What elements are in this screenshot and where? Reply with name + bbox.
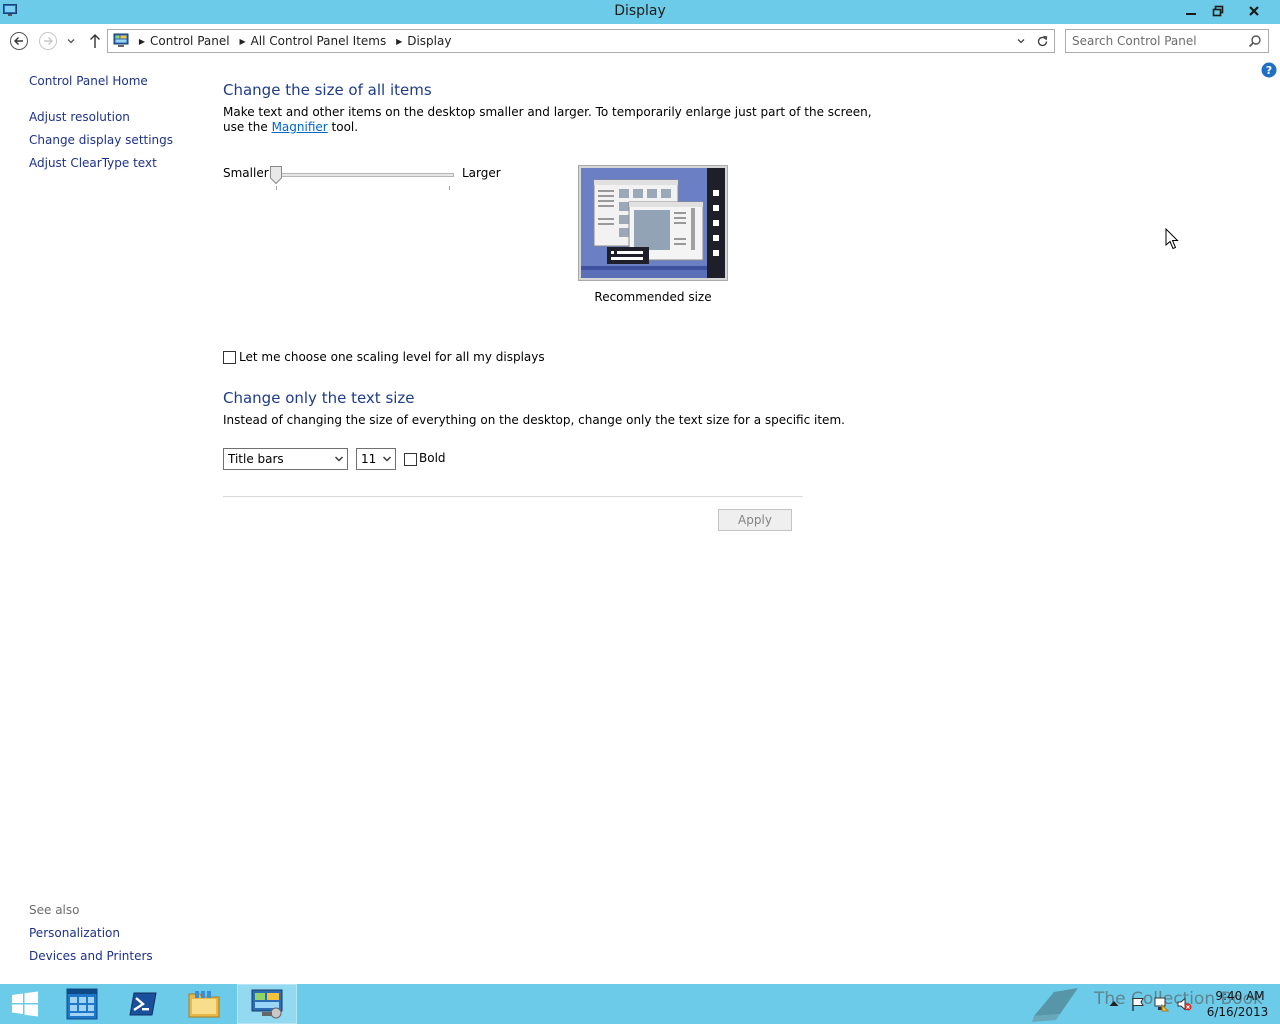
font-size-select[interactable]: 11	[356, 448, 396, 470]
back-button[interactable]	[8, 30, 30, 52]
apply-button[interactable]: Apply	[718, 509, 792, 531]
window-title: Display	[614, 3, 666, 19]
server-manager-icon	[66, 988, 98, 1020]
clock-date[interactable]: 6/16/2013	[1205, 1005, 1270, 1019]
forward-arrow-icon	[39, 32, 57, 50]
devices-and-printers-link[interactable]: Devices and Printers	[29, 949, 153, 963]
breadcrumb: ▶ Control Panel ▶ All Control Panel Item…	[134, 34, 456, 48]
size-heading: Change the size of all items	[223, 81, 432, 99]
size-preview-image	[578, 165, 728, 281]
breadcrumb-separator-icon[interactable]: ▶	[134, 37, 150, 46]
control-panel-icon	[251, 989, 283, 1019]
personalization-link[interactable]: Personalization	[29, 926, 120, 940]
minimize-icon	[1185, 13, 1196, 15]
help-icon[interactable]: ?	[1261, 62, 1277, 78]
adjust-cleartype-link[interactable]: Adjust ClearType text	[29, 156, 157, 170]
magnifier-link[interactable]: Magnifier	[272, 120, 328, 134]
text-item-select[interactable]: Title bars	[223, 448, 348, 470]
search-icon[interactable]	[1248, 34, 1262, 48]
text-fragment: tool.	[327, 120, 359, 134]
section-divider	[223, 496, 803, 497]
svg-text:?: ?	[1266, 64, 1272, 77]
address-bar[interactable]: ▶ Control Panel ▶ All Control Panel Item…	[107, 29, 1055, 53]
close-icon	[1249, 6, 1259, 16]
slider-tick	[449, 186, 450, 190]
up-button[interactable]	[86, 31, 104, 51]
desktop-preview-illustration	[581, 168, 725, 278]
slider-larger-label: Larger	[462, 166, 501, 180]
network-icon[interactable]	[1153, 996, 1169, 1012]
forward-button[interactable]	[37, 30, 59, 52]
chevron-down-icon	[67, 39, 75, 44]
chevron-down-icon	[1017, 39, 1025, 44]
slider-tick	[276, 186, 277, 190]
breadcrumb-control-panel[interactable]: Control Panel	[150, 34, 235, 48]
windows-logo-icon	[12, 991, 38, 1017]
breadcrumb-display[interactable]: Display	[407, 34, 456, 48]
restore-button[interactable]	[1204, 0, 1231, 22]
change-display-settings-link[interactable]: Change display settings	[29, 133, 173, 147]
control-panel-home-link[interactable]: Control Panel Home	[29, 74, 148, 88]
folder-icon	[188, 991, 220, 1018]
powershell-icon	[129, 992, 157, 1016]
close-button[interactable]	[1231, 0, 1277, 22]
restore-icon	[1212, 5, 1223, 17]
action-center-flag-icon[interactable]	[1130, 996, 1146, 1012]
title-bar: Display	[0, 0, 1280, 24]
show-hidden-icons-icon[interactable]	[1108, 998, 1120, 1008]
file-explorer-button[interactable]	[179, 984, 229, 1024]
start-button[interactable]	[0, 984, 50, 1024]
breadcrumb-separator-icon[interactable]: ▶	[391, 37, 407, 46]
chevron-down-icon	[335, 456, 343, 462]
size-description: Make text and other items on the desktop…	[223, 105, 872, 119]
navigation-bar: ▶ Control Panel ▶ All Control Panel Item…	[0, 24, 1280, 58]
slider-smaller-label: Smaller	[223, 166, 269, 180]
breadcrumb-separator-icon[interactable]: ▶	[235, 37, 251, 46]
up-arrow-icon	[90, 34, 100, 48]
powershell-button[interactable]	[118, 984, 168, 1024]
text-size-heading: Change only the text size	[223, 389, 415, 407]
recent-locations-button[interactable]	[64, 34, 78, 48]
clock-time[interactable]: 9:40 AM	[1210, 989, 1270, 1003]
server-manager-button[interactable]	[57, 984, 107, 1024]
address-history-button[interactable]	[1014, 34, 1028, 48]
control-panel-taskbar-button[interactable]	[237, 984, 297, 1024]
size-description-line2: use the Magnifier tool.	[223, 120, 358, 135]
adjust-resolution-link[interactable]: Adjust resolution	[29, 110, 130, 124]
refresh-icon	[1037, 35, 1047, 46]
left-navigation-pane	[0, 58, 200, 984]
breadcrumb-all-items[interactable]: All Control Panel Items	[251, 34, 392, 48]
search-box[interactable]	[1065, 29, 1269, 53]
text-item-value: Title bars	[228, 452, 284, 466]
minimize-button[interactable]	[1177, 0, 1204, 22]
search-input[interactable]	[1072, 32, 1242, 50]
text-size-description: Instead of changing the size of everythi…	[223, 413, 845, 427]
text-fragment: use the	[223, 120, 272, 134]
preview-caption: Recommended size	[594, 290, 712, 304]
back-arrow-icon	[10, 32, 28, 50]
mouse-cursor-icon	[1165, 228, 1179, 250]
font-size-value: 11	[361, 452, 377, 466]
size-slider-thumb[interactable]	[270, 166, 282, 184]
control-panel-icon	[113, 33, 129, 47]
size-slider-track[interactable]	[276, 173, 454, 177]
one-scaling-level-label[interactable]: Let me choose one scaling level for all …	[239, 350, 545, 364]
volume-muted-icon[interactable]	[1176, 996, 1192, 1012]
bold-checkbox[interactable]	[404, 453, 417, 466]
bold-label[interactable]: Bold	[419, 451, 446, 465]
see-also-label: See also	[29, 903, 80, 917]
one-scaling-level-checkbox[interactable]	[223, 351, 236, 364]
chevron-down-icon	[383, 456, 391, 462]
refresh-button[interactable]	[1034, 33, 1050, 49]
